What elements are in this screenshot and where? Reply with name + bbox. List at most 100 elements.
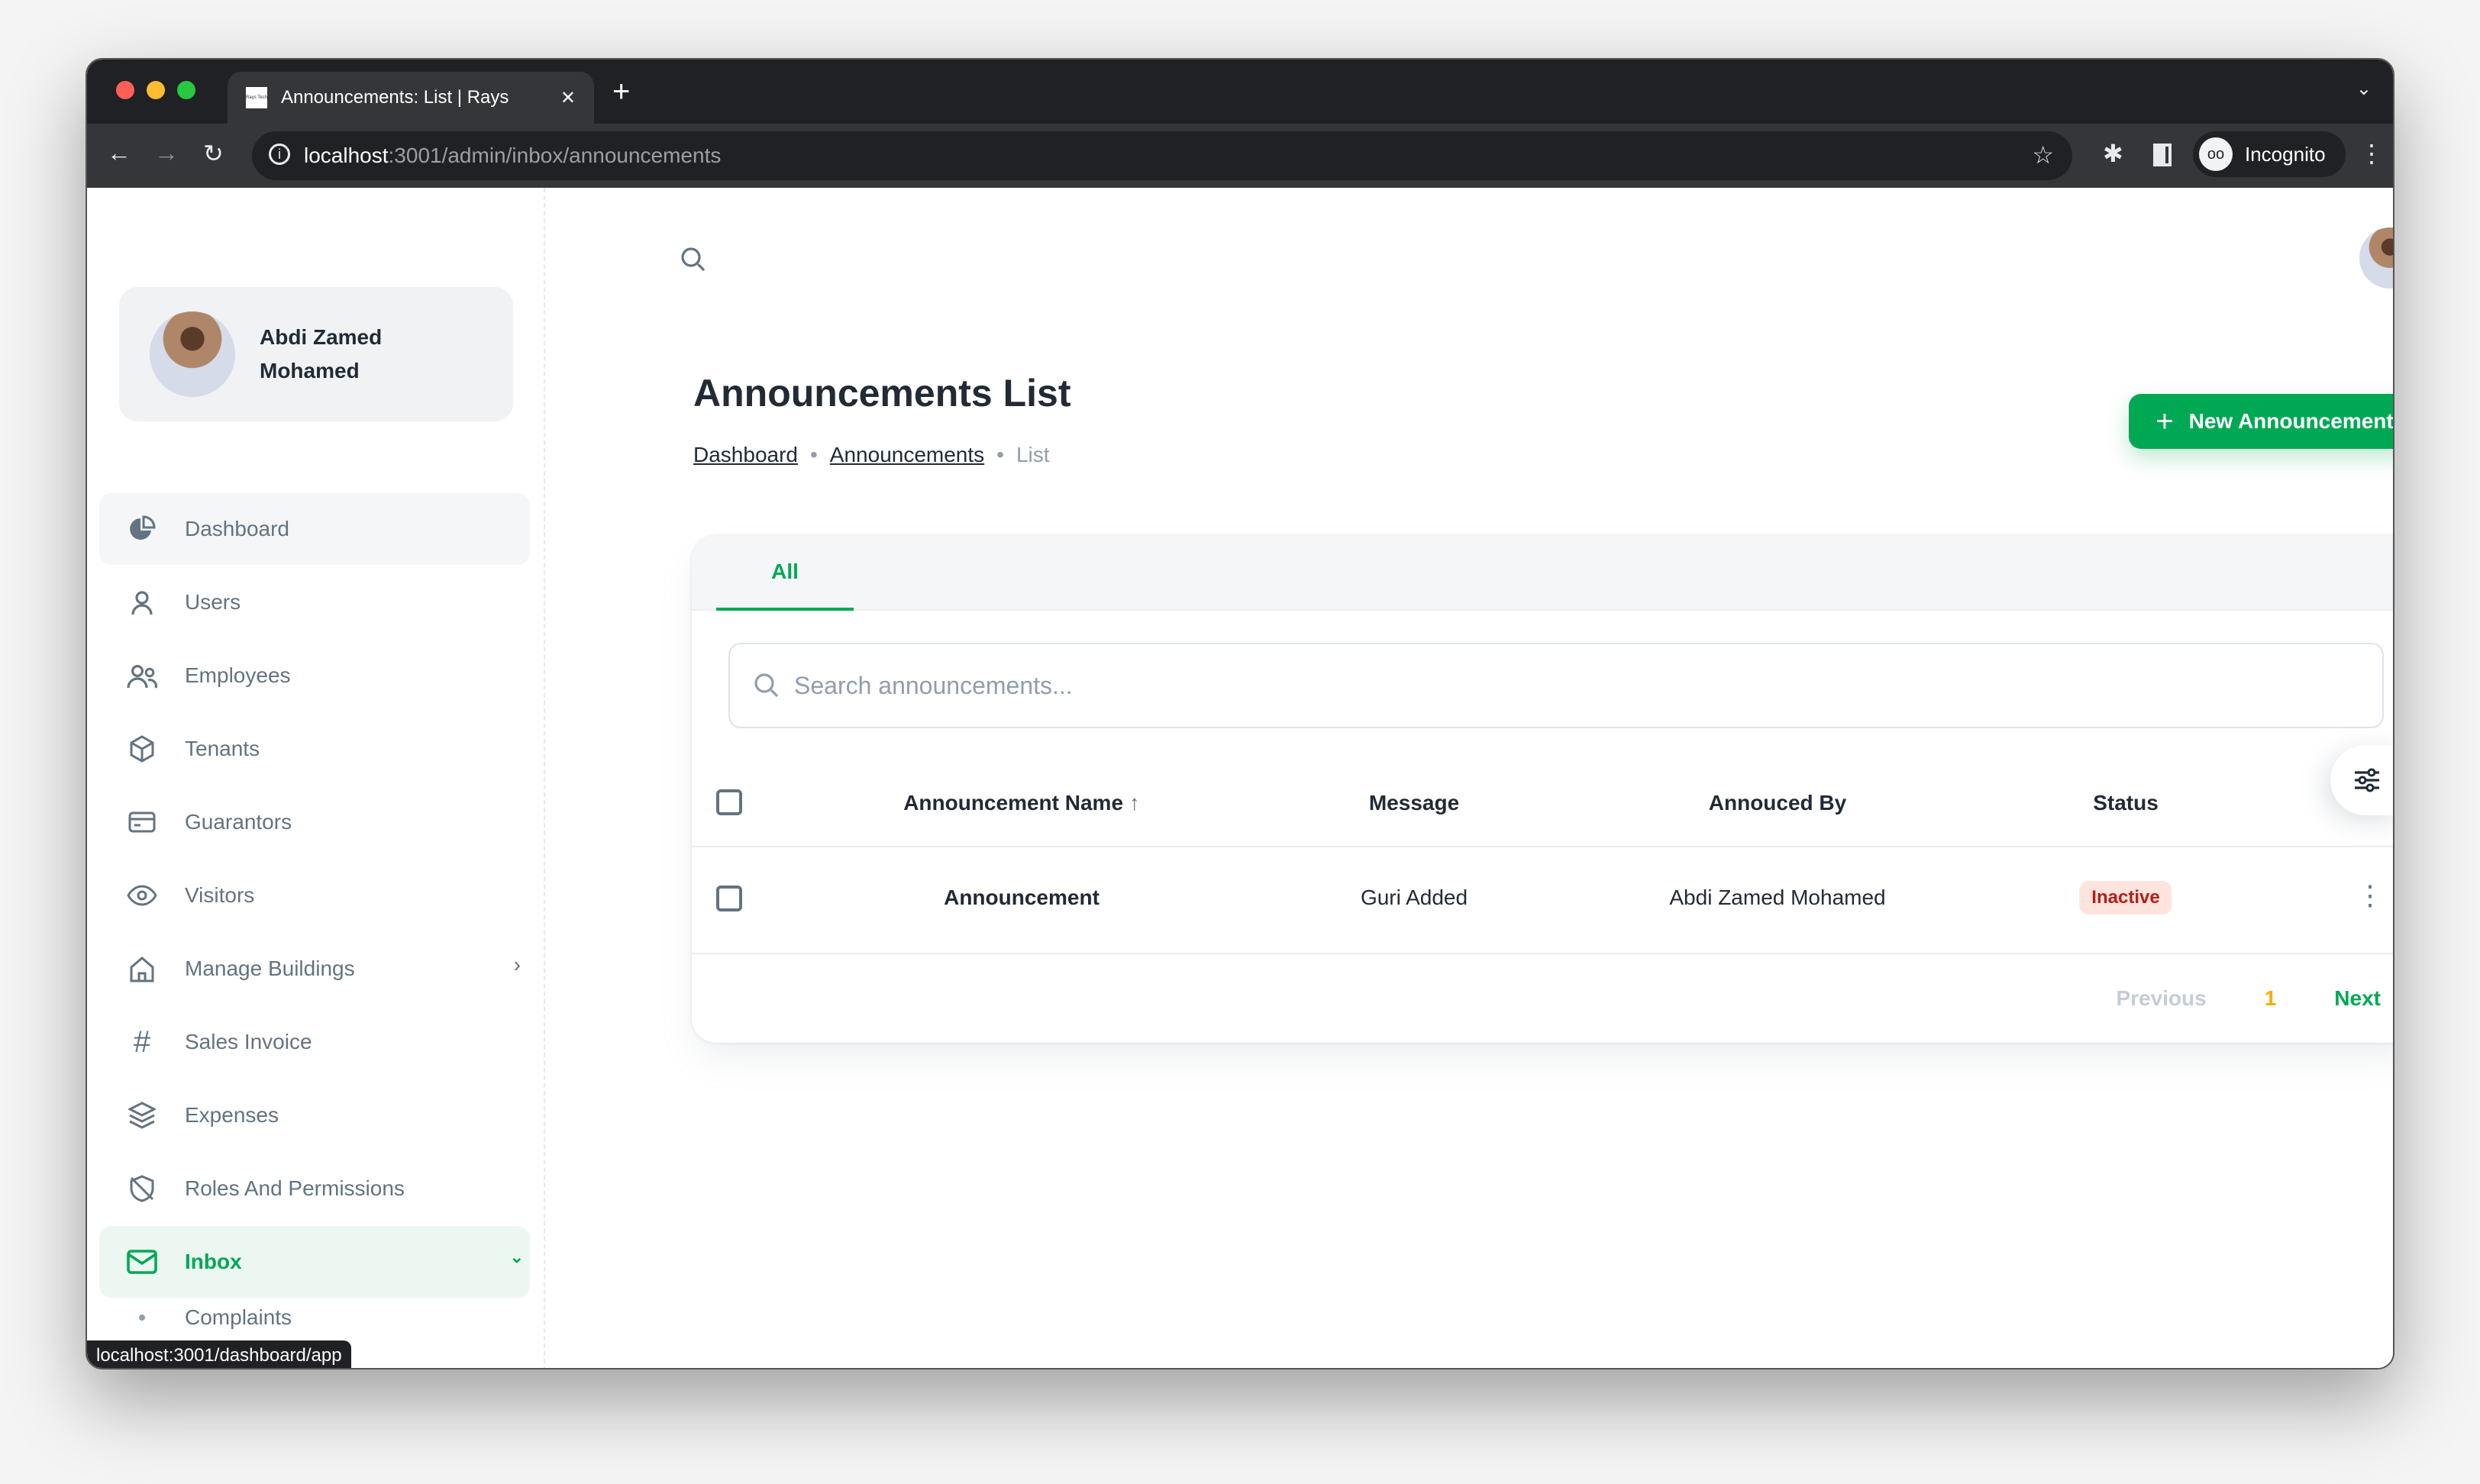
tab-strip: All [692, 536, 2393, 611]
column-message: Message [1368, 791, 1460, 815]
nav-label: Employees [185, 663, 291, 687]
nav-label: Users [185, 590, 241, 614]
minimize-window-button[interactable] [147, 81, 165, 99]
pie-chart-icon [127, 514, 157, 544]
browser-tab[interactable]: Rays Tech Announcements: List | Rays ✕ [228, 72, 594, 124]
profile-label: Incognito [2245, 142, 2326, 166]
url-host: localhost [304, 144, 389, 167]
page-number[interactable]: 1 [2265, 986, 2277, 1011]
forward-icon[interactable]: → [154, 139, 179, 167]
nav-label: Roles And Permissions [185, 1176, 405, 1200]
site-info-icon[interactable]: i [269, 144, 290, 165]
sidebar-item-sales-invoice[interactable]: # Sales Invoice [99, 1006, 530, 1078]
reload-icon[interactable]: ↻ [203, 139, 224, 168]
sidebar-item-expenses[interactable]: Expenses [99, 1079, 530, 1151]
chevron-right-icon: › [513, 953, 521, 976]
dot-icon [127, 1302, 157, 1333]
breadcrumb-list: List [1016, 443, 1050, 466]
table-row[interactable]: Announcement Guri Added Abdi Zamed Moham… [692, 846, 2393, 953]
breadcrumb-dashboard[interactable]: Dashboard [693, 443, 798, 467]
previous-button[interactable]: Previous [2116, 986, 2206, 1011]
tab-bar: Rays Tech Announcements: List | Rays ✕ +… [87, 60, 2393, 124]
search-placeholder: Search announcements... [794, 671, 1073, 699]
breadcrumb-announcements[interactable]: Announcements [830, 443, 984, 467]
sidebar-item-guarantors[interactable]: Guarantors [99, 786, 530, 858]
sidebar-item-inbox[interactable]: Inbox ⌄ [99, 1226, 530, 1298]
layers-icon [127, 1100, 157, 1131]
new-announcement-button[interactable]: + New Announcement [2129, 394, 2394, 449]
users-icon [127, 660, 157, 691]
nav-label: Tenants [185, 737, 260, 760]
close-tab-icon[interactable]: ✕ [560, 87, 576, 109]
sidebar-item-employees[interactable]: Employees [99, 640, 530, 711]
nav-label: Inbox [185, 1250, 242, 1273]
plus-icon: + [2155, 404, 2174, 438]
page-title: Announcements List [693, 372, 1071, 415]
sidebar-item-users[interactable]: Users [99, 566, 530, 638]
nav-label: Visitors [185, 883, 255, 907]
home-icon [127, 953, 157, 984]
sidebar-item-roles-and-permissions[interactable]: Roles And Permissions [99, 1153, 530, 1224]
search-input[interactable]: Search announcements... [728, 643, 2384, 728]
back-icon[interactable]: ← [107, 139, 131, 167]
sidebar-item-visitors[interactable]: Visitors [99, 860, 530, 931]
main-area: Announcements List Dashboard • Announcem… [545, 188, 2394, 1368]
row-checkbox[interactable] [716, 886, 742, 911]
column-announcement-name[interactable]: Announcement Name ↑ [903, 791, 1140, 815]
side-panel-icon[interactable] [2153, 144, 2172, 166]
arrow-up-icon: ↑ [1129, 791, 1140, 815]
status-badge: Inactive [2079, 881, 2172, 915]
select-all-checkbox[interactable] [716, 789, 742, 815]
hash-icon: # [133, 1024, 151, 1059]
new-tab-icon[interactable]: + [612, 75, 630, 109]
close-window-button[interactable] [116, 81, 134, 99]
announcements-card: All Search announcements... Announcement… [692, 536, 2393, 1043]
bookmark-star-icon[interactable]: ☆ [2032, 140, 2054, 169]
button-label: New Announcement [2188, 409, 2394, 433]
eye-icon [127, 880, 157, 911]
avatar [150, 311, 235, 397]
extensions-icon[interactable]: ✱ [2103, 139, 2123, 168]
nav-label: Sales Invoice [185, 1030, 312, 1053]
nav-label: Guarantors [185, 810, 292, 834]
sidebar: Abdi Zamed Mohamed Dashboard Users Emplo… [87, 188, 545, 1368]
cube-icon [127, 734, 157, 764]
sidebar-item-manage-buildings[interactable]: Manage Buildings › [99, 933, 530, 1005]
mail-icon [127, 1247, 157, 1277]
nav-label: Expenses [185, 1103, 279, 1127]
menu-kebab-icon[interactable]: ⋮ [2359, 139, 2384, 168]
maximize-window-button[interactable] [177, 81, 195, 99]
page-content: Abdi Zamed Mohamed Dashboard Users Emplo… [87, 188, 2394, 1368]
cell-name: Announcement [944, 886, 1100, 909]
favicon: Rays Tech [246, 87, 267, 108]
address-bar[interactable]: i localhost:3001/admin/inbox/announcemen… [252, 131, 2072, 180]
shield-off-icon [127, 1173, 157, 1204]
tab-title: Announcements: List | Rays [281, 87, 509, 108]
row-actions-kebab-icon[interactable]: ⋮ [2356, 879, 2384, 911]
sliders-icon [2355, 768, 2379, 792]
nav-label: Manage Buildings [185, 957, 355, 980]
search-icon[interactable] [680, 246, 707, 279]
tab-search-chevron-icon[interactable]: ⌄ [2356, 78, 2372, 100]
url-path: :3001/admin/inbox/announcements [388, 144, 722, 167]
incognito-profile[interactable]: oo Incognito [2193, 131, 2346, 177]
chevron-down-icon: ⌄ [509, 1247, 524, 1266]
browser-toolbar: ← → ↻ i localhost:3001/admin/inbox/annou… [87, 124, 2393, 188]
account-avatar[interactable] [2359, 227, 2393, 289]
user-name-line2: Mohamed [260, 359, 360, 382]
sidebar-item-complaints[interactable]: Complaints [99, 1298, 530, 1337]
next-button[interactable]: Next [2334, 986, 2381, 1011]
user-name-line1: Abdi Zamed [260, 325, 383, 349]
user-icon [127, 587, 157, 618]
card-icon [127, 807, 157, 837]
sidebar-item-dashboard[interactable]: Dashboard [99, 493, 530, 565]
cell-announced-by: Abdi Zamed Mohamed [1669, 886, 1886, 909]
user-profile-card[interactable]: Abdi Zamed Mohamed [119, 287, 513, 421]
sidebar-item-tenants[interactable]: Tenants [99, 713, 530, 785]
settings-drawer-button[interactable] [2330, 745, 2393, 815]
tab-all[interactable]: All [716, 536, 854, 611]
search-icon [753, 672, 780, 705]
link-status-tooltip: localhost:3001/dashboard/app [87, 1340, 351, 1368]
pagination: Previous 1 Next [2116, 986, 2381, 1011]
nav-label: Complaints [185, 1305, 292, 1329]
